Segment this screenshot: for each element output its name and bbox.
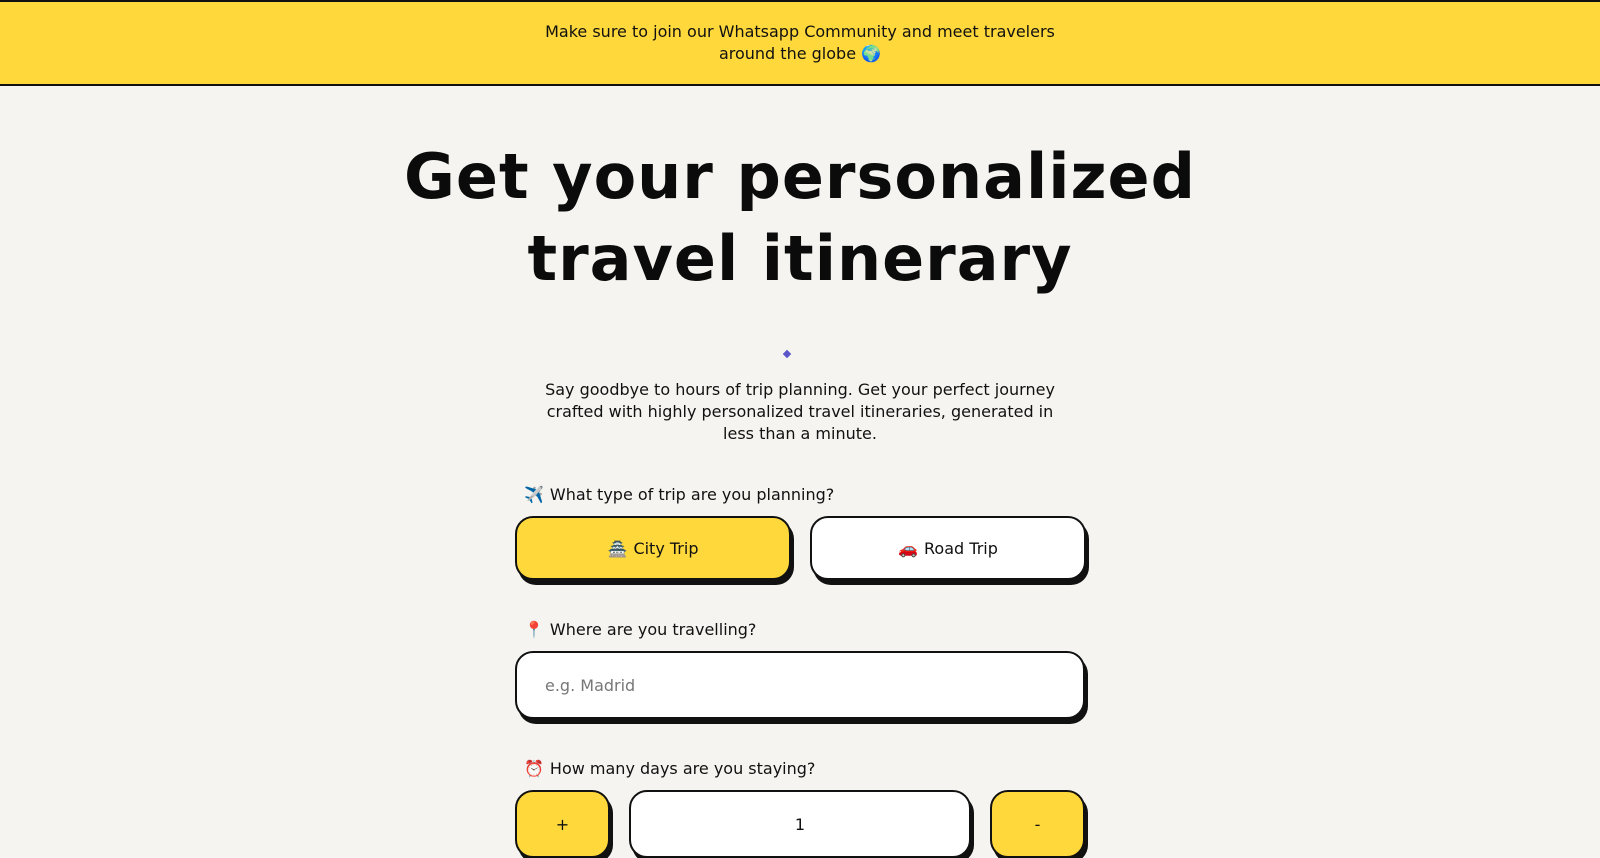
destination-label: 📍 Where are you travelling? bbox=[524, 619, 756, 641]
castle-icon: 🏯 bbox=[607, 538, 628, 558]
road-trip-label: Road Trip bbox=[924, 538, 998, 558]
car-icon: 🚗 bbox=[898, 538, 919, 558]
pin-icon: 📍 bbox=[524, 620, 544, 639]
decrement-days-button[interactable]: - bbox=[990, 790, 1085, 858]
trip-type-label: ✈️ What type of trip are you planning? bbox=[524, 484, 834, 506]
days-value: 1 bbox=[629, 790, 971, 858]
banner-text: Make sure to join our Whatsapp Community… bbox=[545, 22, 1055, 63]
days-label-text: How many days are you staying? bbox=[549, 759, 816, 778]
airplane-icon: ✈️ bbox=[524, 485, 544, 504]
trip-type-label-text: What type of trip are you planning? bbox=[549, 485, 835, 504]
city-trip-label: City Trip bbox=[633, 538, 699, 558]
sparkle-icon bbox=[782, 349, 792, 359]
increment-days-button[interactable]: + bbox=[515, 790, 610, 858]
alarm-clock-icon: ⏰ bbox=[524, 759, 544, 778]
destination-input[interactable] bbox=[515, 651, 1085, 719]
city-trip-button[interactable]: 🏯 City Trip bbox=[515, 516, 791, 580]
page-title: Get your personalized travel itinerary bbox=[0, 136, 1600, 300]
title-line-1: Get your personalized bbox=[404, 140, 1196, 213]
days-label: ⏰ How many days are you staying? bbox=[524, 758, 815, 780]
hero-subtitle: Say goodbye to hours of trip planning. G… bbox=[545, 380, 1055, 443]
road-trip-button[interactable]: 🚗 Road Trip bbox=[810, 516, 1086, 580]
title-line-2: travel itinerary bbox=[527, 222, 1073, 295]
announcement-banner: Make sure to join our Whatsapp Community… bbox=[0, 0, 1600, 86]
destination-label-text: Where are you travelling? bbox=[549, 620, 757, 639]
